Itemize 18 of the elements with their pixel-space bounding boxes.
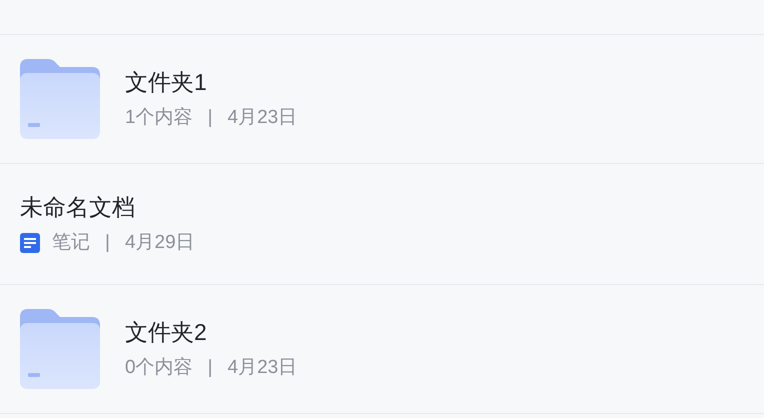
item-meta: 笔记 [52, 233, 90, 252]
folder-icon [20, 59, 100, 139]
item-date: 4月23日 [228, 358, 298, 377]
item-title: 未命名文档 [20, 196, 136, 218]
separator-text: | [208, 108, 213, 127]
separator-text: | [208, 358, 213, 377]
separator-text: | [105, 233, 110, 252]
folder-row[interactable]: 文件夹2 0个内容 | 4月23日 [0, 285, 764, 414]
item-meta: 1个内容 [125, 108, 193, 127]
folder-icon [20, 309, 100, 389]
item-meta: 0个内容 [125, 358, 193, 377]
item-date: 4月23日 [228, 108, 298, 127]
folder-row[interactable]: 文件夹1 1个内容 | 4月23日 [0, 35, 764, 164]
item-title: 文件夹2 [125, 321, 208, 344]
item-title: 文件夹1 [125, 71, 208, 94]
document-row[interactable]: 未命名文档 笔记 | 4月29日 [0, 164, 764, 285]
note-icon [20, 232, 40, 252]
item-date: 4月29日 [124, 233, 195, 252]
